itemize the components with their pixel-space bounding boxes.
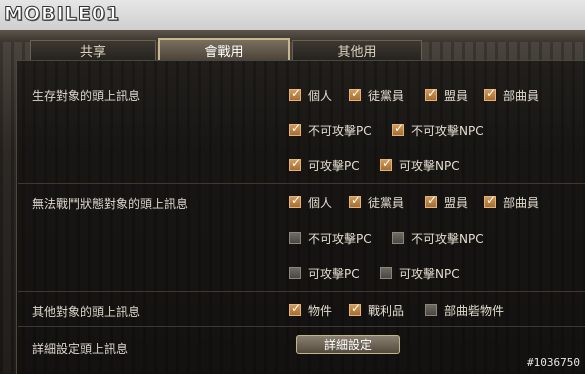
tab-shared[interactable]: 共享: [30, 40, 156, 60]
detail-label: 詳細設定頭上訊息: [32, 342, 129, 356]
incapacitated-attack-pc-option[interactable]: 可攻擊PC: [289, 265, 360, 281]
checkbox-checked-icon[interactable]: ✓: [349, 194, 361, 208]
others-objects-option[interactable]: ✓ 物件: [289, 302, 332, 318]
incapacitated-non-attack-npc-option[interactable]: 不可攻擊NPC: [392, 230, 484, 246]
option-label: 不可攻擊NPC: [411, 123, 484, 138]
checkbox-checked-icon[interactable]: ✓: [289, 194, 301, 208]
option-label: 不可攻擊NPC: [411, 231, 484, 246]
checkbox-checked-icon[interactable]: ✓: [349, 87, 361, 101]
checkbox-unchecked-icon[interactable]: [289, 232, 301, 244]
option-label: 個人: [308, 195, 333, 210]
incapacitated-party-option[interactable]: ✓ 徒黨員: [349, 194, 404, 210]
option-label: 不可攻擊PC: [308, 123, 372, 138]
section-divider: [18, 326, 585, 327]
incapacitated-alliance-option[interactable]: ✓ 盟員: [425, 194, 468, 210]
option-label: 可攻擊NPC: [399, 158, 460, 173]
detail-settings-button[interactable]: 詳細設定: [296, 335, 400, 354]
option-label: 可攻擊NPC: [399, 266, 460, 281]
tab-battle[interactable]: 會戰用: [158, 38, 290, 60]
survival-non-attack-npc-option[interactable]: ✓ 不可攻擊NPC: [392, 122, 484, 138]
incapacitated-non-attack-pc-option[interactable]: 不可攻擊PC: [289, 230, 372, 246]
survival-label: 生存對象的頭上訊息: [32, 89, 141, 103]
checkbox-checked-icon[interactable]: ✓: [425, 194, 437, 208]
option-label: 個人: [308, 88, 333, 103]
survival-clan-option[interactable]: ✓ 部曲員: [484, 87, 539, 103]
section-divider: [18, 291, 585, 292]
checkbox-checked-icon[interactable]: ✓: [289, 122, 301, 136]
checkbox-checked-icon[interactable]: ✓: [289, 302, 301, 316]
checkbox-checked-icon[interactable]: ✓: [289, 87, 301, 101]
others-label: 其他對象的頭上訊息: [32, 305, 141, 319]
option-label: 戰利品: [368, 303, 405, 318]
checkbox-unchecked-icon[interactable]: [380, 267, 392, 279]
incapacitated-clan-option[interactable]: ✓ 部曲員: [484, 194, 539, 210]
survival-personal-option[interactable]: ✓ 個人: [289, 87, 332, 103]
incapacitated-attack-npc-option[interactable]: 可攻擊NPC: [380, 265, 460, 281]
option-label: 部曲員: [503, 195, 540, 210]
others-clan-objects-option[interactable]: 部曲砦物件: [425, 302, 504, 318]
survival-party-option[interactable]: ✓ 徒黨員: [349, 87, 404, 103]
option-label: 盟員: [444, 88, 469, 103]
survival-attack-pc-option[interactable]: ✓ 可攻擊PC: [289, 157, 360, 173]
checkbox-unchecked-icon[interactable]: [289, 267, 301, 279]
option-label: 可攻擊PC: [308, 266, 360, 281]
checkbox-checked-icon[interactable]: ✓: [484, 194, 496, 208]
option-label: 不可攻擊PC: [308, 231, 372, 246]
site-logo: MOBILE01: [3, 3, 121, 26]
checkbox-checked-icon[interactable]: ✓: [289, 157, 301, 171]
checkbox-unchecked-icon[interactable]: [392, 232, 404, 244]
survival-attack-npc-option[interactable]: ✓ 可攻擊NPC: [380, 157, 460, 173]
watermark-id: #1036750: [527, 356, 580, 369]
option-label: 徒黨員: [368, 88, 405, 103]
others-loot-option[interactable]: ✓ 戰利品: [349, 302, 404, 318]
checkbox-checked-icon[interactable]: ✓: [349, 302, 361, 316]
checkbox-checked-icon[interactable]: ✓: [392, 122, 404, 136]
option-label: 徒黨員: [368, 195, 405, 210]
site-banner: MOBILE01: [0, 0, 585, 30]
section-divider: [18, 183, 585, 184]
option-label: 可攻擊PC: [308, 158, 360, 173]
option-label: 部曲砦物件: [444, 303, 505, 318]
checkbox-checked-icon[interactable]: ✓: [425, 87, 437, 101]
checkbox-unchecked-icon[interactable]: [425, 304, 437, 316]
incapacitated-label: 無法戰鬥狀態對象的頭上訊息: [32, 197, 189, 211]
checkbox-checked-icon[interactable]: ✓: [484, 87, 496, 101]
tab-other[interactable]: 其他用: [292, 40, 422, 60]
survival-alliance-option[interactable]: ✓ 盟員: [425, 87, 468, 103]
survival-non-attack-pc-option[interactable]: ✓ 不可攻擊PC: [289, 122, 372, 138]
checkbox-checked-icon[interactable]: ✓: [380, 157, 392, 171]
option-label: 物件: [308, 303, 333, 318]
option-label: 盟員: [444, 195, 469, 210]
incapacitated-personal-option[interactable]: ✓ 個人: [289, 194, 332, 210]
option-label: 部曲員: [503, 88, 540, 103]
